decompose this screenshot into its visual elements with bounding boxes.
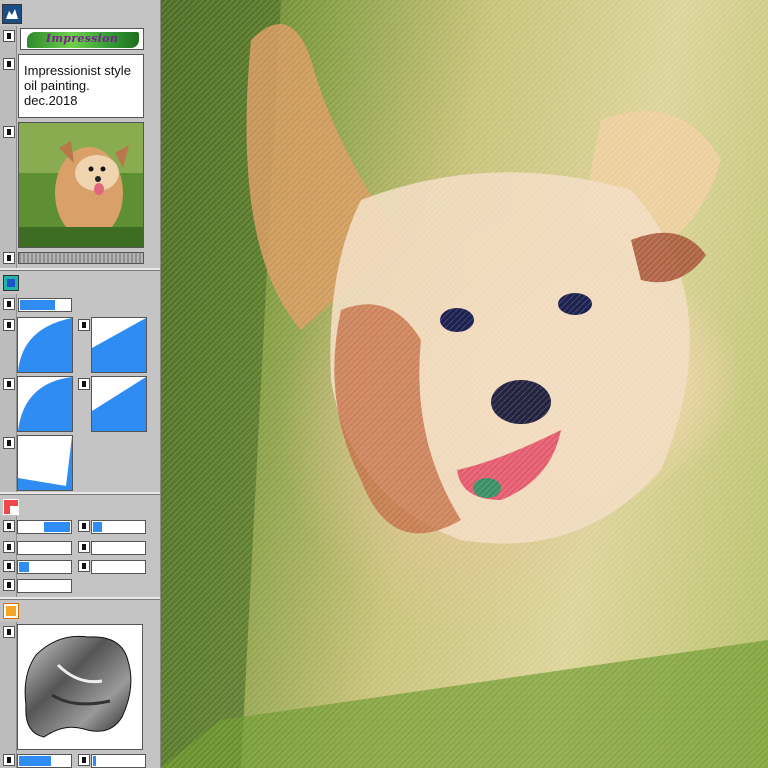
painted-dog-image xyxy=(161,0,768,768)
corner-blue-icon[interactable] xyxy=(3,275,19,291)
thumbnail-tool-icon[interactable] xyxy=(3,126,15,138)
info-icon[interactable] xyxy=(3,58,15,70)
description-line-1: Impressionist style xyxy=(24,63,131,78)
description-line-2: oil painting. xyxy=(24,78,90,93)
curve-alpha-icon[interactable] xyxy=(3,437,15,449)
curve-l-icon[interactable] xyxy=(78,378,90,390)
strength-icon[interactable] xyxy=(3,754,15,766)
curves-slider-fill xyxy=(20,300,55,310)
source-thumbnail[interactable] xyxy=(18,122,144,248)
curve-editor-5[interactable] xyxy=(17,435,73,491)
note-icon[interactable] xyxy=(3,579,15,591)
circle-icon[interactable] xyxy=(78,520,90,532)
person-icon[interactable] xyxy=(3,252,15,264)
section-divider xyxy=(0,597,160,600)
title-toggle-icon[interactable] xyxy=(3,30,15,42)
brush-round-fill xyxy=(93,522,102,532)
title-banner-text: Impression xyxy=(45,32,119,45)
texture-scale-fill xyxy=(93,756,96,766)
title-banner: Impression xyxy=(20,28,144,50)
texture-strength-slider[interactable] xyxy=(17,754,72,768)
thumbnail-noise-bar xyxy=(18,252,144,264)
description-line-3: dec.2018 xyxy=(24,93,78,108)
brush-bar-slider[interactable] xyxy=(17,541,72,555)
panel-strip-texture xyxy=(0,622,17,768)
orange-square-icon[interactable] xyxy=(3,603,19,619)
section-divider xyxy=(0,492,160,495)
curve-editor-3[interactable] xyxy=(17,376,73,432)
curve-editor-4[interactable] xyxy=(91,376,147,432)
curve-g-icon[interactable] xyxy=(78,319,90,331)
contrast-icon[interactable] xyxy=(3,298,15,310)
texture-strength-fill xyxy=(19,756,51,766)
parallelogram-icon[interactable] xyxy=(78,541,90,553)
brush-swirl-slider[interactable] xyxy=(91,560,146,574)
section-divider xyxy=(0,268,160,271)
brush-slant-slider[interactable] xyxy=(91,541,146,555)
flag-icon[interactable] xyxy=(3,520,15,532)
corner-red-icon[interactable] xyxy=(3,499,19,515)
brush-spread-fill xyxy=(19,562,29,572)
curve-editor-2[interactable] xyxy=(91,317,147,373)
texture-scale-icon[interactable] xyxy=(78,754,90,766)
curve-b-icon[interactable] xyxy=(3,378,15,390)
mushroom-icon[interactable] xyxy=(3,560,15,572)
curves-slider[interactable] xyxy=(18,298,72,312)
brush-size-slider[interactable] xyxy=(17,520,72,534)
tool-panel: Impression Impressionist style oil paint… xyxy=(0,0,161,768)
dog-logo-icon[interactable] xyxy=(2,4,22,24)
brush-spread-slider[interactable] xyxy=(17,560,72,574)
curve-r-icon[interactable] xyxy=(3,319,15,331)
brush-round-slider[interactable] xyxy=(91,520,146,534)
texture-scale-slider[interactable] xyxy=(91,754,146,768)
brush-note-slider[interactable] xyxy=(17,579,72,593)
swirl-icon[interactable] xyxy=(78,560,90,572)
curve-editor-1[interactable] xyxy=(17,317,73,373)
description-box: Impressionist style oil painting. dec.20… xyxy=(18,54,144,118)
texture-tool-icon[interactable] xyxy=(3,626,15,638)
bar-icon[interactable] xyxy=(3,541,15,553)
painting-canvas[interactable] xyxy=(161,0,768,768)
texture-preview[interactable] xyxy=(17,624,143,750)
brush-size-fill xyxy=(44,522,70,532)
